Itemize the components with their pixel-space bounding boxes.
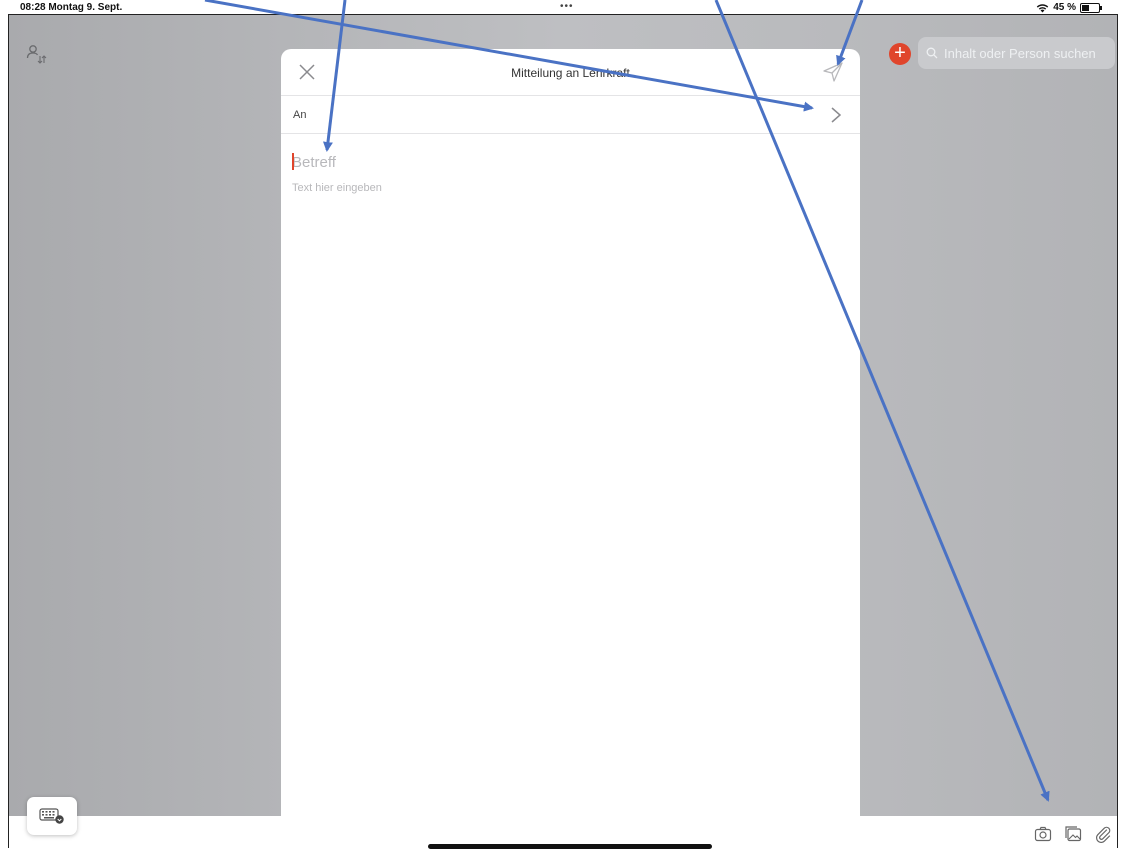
search-icon <box>926 47 938 59</box>
multitasking-dots[interactable]: ••• <box>560 1 574 12</box>
send-icon[interactable] <box>822 61 844 83</box>
chevron-right-icon[interactable] <box>830 106 842 124</box>
add-button[interactable]: + <box>889 43 911 65</box>
search-input[interactable] <box>942 44 1116 62</box>
composer-header: Mitteilung an Lehrkraft <box>281 49 860 96</box>
wifi-icon <box>1037 3 1049 12</box>
battery-percentage: 45 % <box>1053 2 1076 13</box>
photo-library-icon[interactable] <box>1064 825 1082 843</box>
message-body-input[interactable] <box>292 182 832 382</box>
keyboard-icon <box>39 808 64 824</box>
status-indicators: 45 % <box>1036 2 1102 13</box>
camera-icon[interactable] <box>1034 825 1052 843</box>
subject-input[interactable] <box>292 150 832 174</box>
message-composer-sheet: Mitteilung an Lehrkraft An <box>281 49 860 819</box>
home-indicator[interactable] <box>428 844 712 849</box>
status-time-date: 08:28 Montag 9. Sept. <box>20 2 123 13</box>
battery-icon <box>1080 2 1102 13</box>
text-cursor <box>292 153 294 170</box>
person-switch-icon[interactable] <box>26 44 48 66</box>
paperclip-icon[interactable] <box>1094 825 1112 843</box>
composer-title: Mitteilung an Lehrkraft <box>511 66 630 80</box>
keyboard-toggle-button[interactable] <box>27 797 77 835</box>
recipient-row[interactable]: An <box>281 96 860 134</box>
search-field[interactable] <box>918 37 1116 69</box>
recipient-label: An <box>293 109 307 121</box>
